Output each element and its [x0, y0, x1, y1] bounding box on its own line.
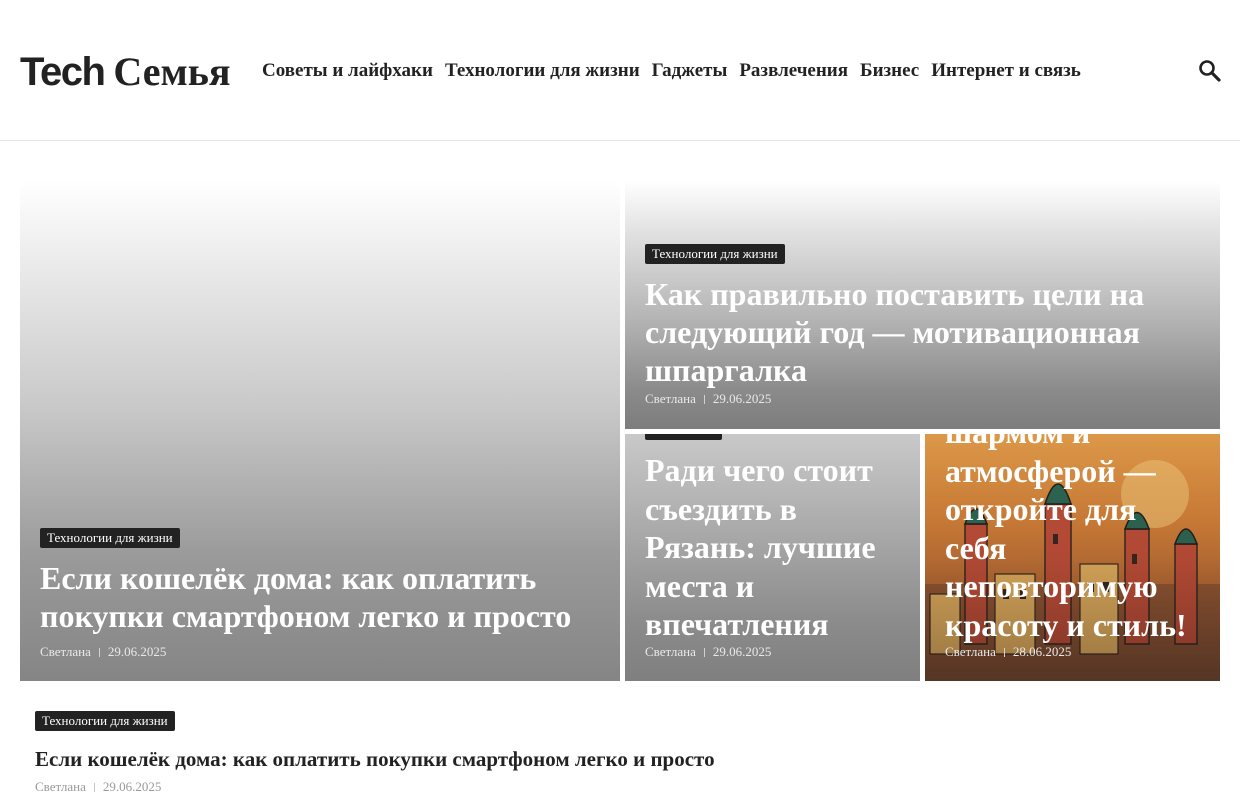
author-name[interactable]: Светлана: [35, 779, 86, 795]
category-badge[interactable]: Технологии для жизни: [35, 711, 175, 731]
nav-item-gadgets[interactable]: Гаджеты: [652, 59, 728, 83]
site-header: Tech Семья Советы и лайфхаки Технологии …: [0, 0, 1240, 141]
card-title[interactable]: Как правильно поставить цели на следующи…: [645, 275, 1200, 389]
featured-card-4[interactable]: шармом и атмосферой — откройте для себя …: [925, 434, 1220, 681]
meta-separator: [703, 647, 705, 657]
nav-item-entertainment[interactable]: Развлечения: [739, 59, 848, 83]
card-meta: Светлана 28.06.2025: [945, 644, 1071, 660]
post-date: 28.06.2025: [1012, 644, 1072, 659]
category-badge[interactable]: [645, 434, 722, 440]
post-title[interactable]: Если кошелёк дома: как оплатить покупки …: [35, 747, 715, 771]
card-title[interactable]: Если кошелёк дома: как оплатить покупки …: [40, 559, 600, 635]
meta-separator: [93, 782, 95, 792]
featured-card-2[interactable]: Технологии для жизни Как правильно поста…: [625, 181, 1220, 429]
author-name[interactable]: Светлана: [945, 644, 996, 660]
card-title[interactable]: шармом и атмосферой — откройте для себя …: [945, 434, 1205, 644]
nav-item-tech-for-life[interactable]: Технологии для жизни: [445, 59, 640, 83]
post-date: 29.06.2025: [712, 391, 772, 406]
post-date: 29.06.2025: [107, 644, 167, 659]
card-meta: Светлана 29.06.2025: [645, 391, 771, 407]
search-icon: [1199, 60, 1221, 82]
featured-card-3[interactable]: Ради чего стоит съездить в Рязань: лучши…: [625, 434, 920, 681]
author-name[interactable]: Светлана: [645, 644, 696, 660]
category-badge[interactable]: Технологии для жизни: [40, 528, 180, 548]
meta-separator: [1003, 647, 1005, 657]
search-button[interactable]: [1196, 57, 1224, 85]
logo-family-text: Семья: [113, 49, 231, 94]
category-badge[interactable]: Технологии для жизни: [645, 244, 785, 264]
main-nav: Советы и лайфхаки Технологии для жизни Г…: [262, 59, 1093, 83]
card-meta: Светлана 29.06.2025: [40, 644, 166, 660]
nav-item-business[interactable]: Бизнес: [860, 59, 919, 83]
post-date: 29.06.2025: [102, 779, 162, 794]
post-meta: Светлана 29.06.2025: [35, 779, 161, 795]
post-date: 29.06.2025: [712, 644, 772, 659]
card-meta: Светлана 29.06.2025: [645, 644, 771, 660]
card-title[interactable]: Ради чего стоит съездить в Рязань: лучши…: [645, 451, 905, 644]
nav-item-internet[interactable]: Интернет и связь: [931, 59, 1081, 83]
meta-separator: [98, 647, 100, 657]
logo-tech-text: Tech: [20, 50, 106, 94]
meta-separator: [703, 394, 705, 404]
post-list-item: Технологии для жизни Если кошелёк дома: …: [35, 711, 1205, 800]
author-name[interactable]: Светлана: [40, 644, 91, 660]
author-name[interactable]: Светлана: [645, 391, 696, 407]
nav-item-tips[interactable]: Советы и лайфхаки: [262, 59, 433, 83]
site-logo[interactable]: Tech Семья: [20, 48, 231, 96]
featured-card-1[interactable]: Технологии для жизни Если кошелёк дома: …: [20, 181, 620, 681]
